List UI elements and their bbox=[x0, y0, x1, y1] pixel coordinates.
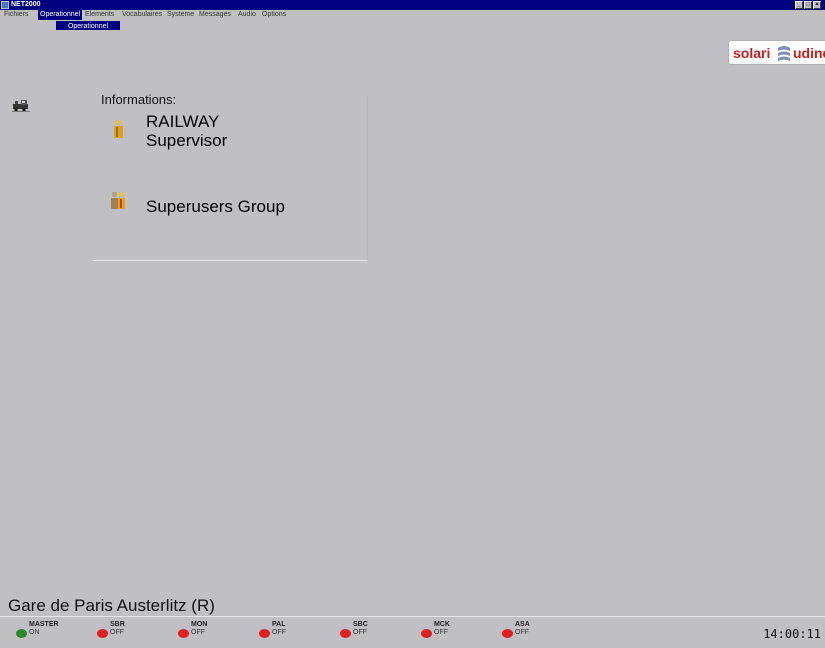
status-name: PAL bbox=[272, 621, 286, 628]
informations-panel: Informations: RAILWAY Supervisor Superus… bbox=[93, 92, 368, 261]
dropdown-item-operationnel[interactable]: Operationnel bbox=[55, 20, 121, 31]
window-title: NET2000 bbox=[11, 1, 41, 8]
close-button[interactable]: × bbox=[813, 1, 821, 9]
status-name: MCK bbox=[434, 621, 450, 628]
menu-bar: Fichiers Operationnel Elements Vocabulai… bbox=[0, 10, 825, 20]
user-icon bbox=[114, 120, 123, 138]
status-led-icon bbox=[16, 629, 27, 638]
window-controls: _ □ × bbox=[795, 1, 821, 9]
menu-messages[interactable]: Messages bbox=[197, 10, 233, 20]
logo-text-left: solari bbox=[733, 45, 771, 61]
status-state: ON bbox=[29, 629, 40, 636]
menu-systeme[interactable]: Systeme bbox=[165, 10, 196, 20]
status-name: MON bbox=[191, 621, 208, 628]
maximize-button[interactable]: □ bbox=[804, 1, 812, 9]
menu-elements[interactable]: Elements bbox=[83, 10, 116, 20]
status-led-icon bbox=[178, 629, 189, 638]
user-line-2: Supervisor bbox=[146, 131, 228, 150]
status-state: OFF bbox=[515, 629, 529, 636]
status-state: OFF bbox=[272, 629, 286, 636]
app-icon bbox=[1, 1, 9, 9]
station-name: Gare de Paris Austerlitz (R) bbox=[8, 596, 215, 615]
status-led-icon bbox=[259, 629, 270, 638]
locomotive-icon[interactable] bbox=[12, 98, 30, 112]
status-name: SBC bbox=[353, 621, 368, 628]
minimize-button[interactable]: _ bbox=[795, 1, 803, 9]
menu-operationnel[interactable]: Operationnel bbox=[38, 10, 83, 20]
status-name: SBR bbox=[110, 621, 125, 628]
informations-title: Informations: bbox=[101, 92, 177, 107]
status-name: ASA bbox=[515, 621, 530, 628]
status-name: MASTER bbox=[29, 621, 59, 628]
menu-audio[interactable]: Audio bbox=[236, 10, 258, 20]
status-state: OFF bbox=[110, 629, 124, 636]
menu-fichiers[interactable]: Fichiers bbox=[2, 10, 31, 20]
menu-vocabulaires[interactable]: Vocabulaires bbox=[120, 10, 164, 20]
logo-mark-icon bbox=[778, 46, 790, 61]
solari-udine-logo: solari udine bbox=[728, 40, 825, 65]
status-led-icon bbox=[97, 629, 108, 638]
logo-text-right: udine bbox=[793, 45, 825, 61]
group-icon bbox=[111, 192, 125, 209]
user-name: RAILWAY Supervisor bbox=[146, 112, 306, 150]
title-bar: NET2000 _ □ × bbox=[0, 0, 825, 10]
status-led-icon bbox=[340, 629, 351, 638]
clock: 14:00:11 bbox=[763, 627, 821, 641]
status-state: OFF bbox=[191, 629, 205, 636]
group-name: Superusers Group bbox=[146, 197, 285, 216]
menu-options[interactable]: Options bbox=[260, 10, 288, 20]
status-led-icon bbox=[421, 629, 432, 638]
status-state: OFF bbox=[434, 629, 448, 636]
status-bar: MASTER ON SBR OFF MON OFF PAL OFF SBC OF… bbox=[0, 616, 825, 648]
user-line-1: RAILWAY bbox=[146, 112, 220, 131]
operationnel-dropdown: Operationnel bbox=[55, 20, 121, 58]
status-state: OFF bbox=[353, 629, 367, 636]
status-led-icon bbox=[502, 629, 513, 638]
